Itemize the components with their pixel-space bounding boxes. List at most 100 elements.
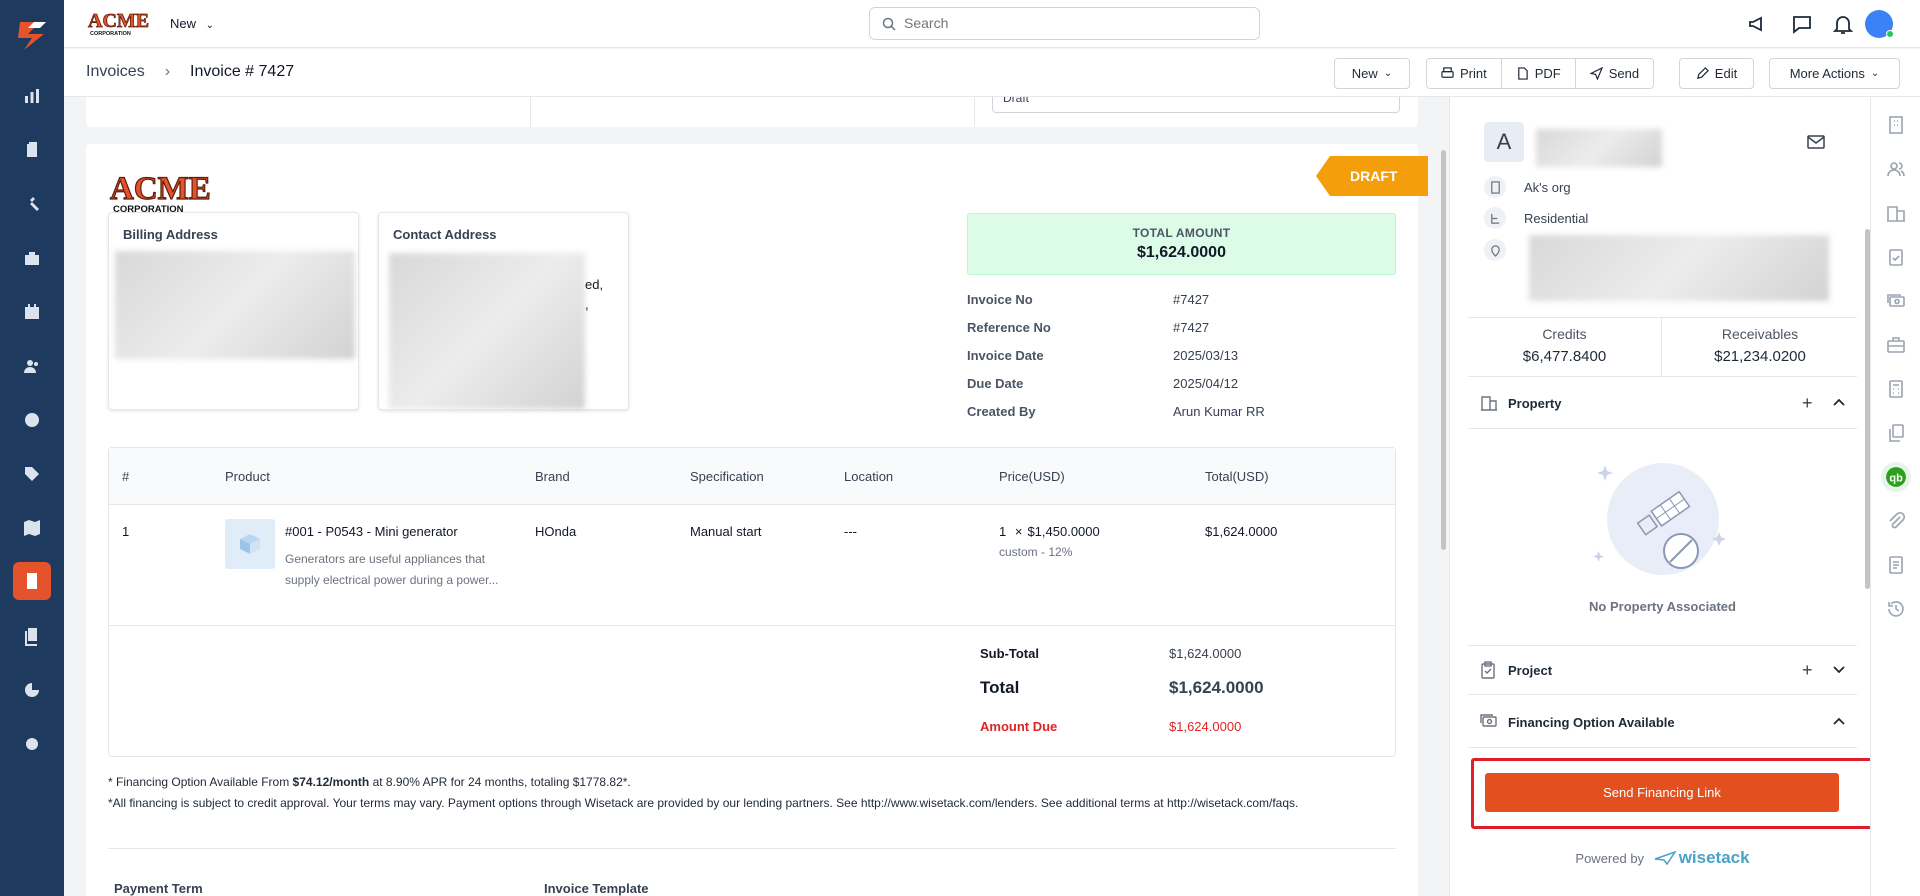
tag-icon[interactable] xyxy=(20,462,44,486)
grand-total-label: Total xyxy=(980,678,1020,697)
status-select[interactable]: Draft xyxy=(992,97,1400,113)
search-input[interactable] xyxy=(904,15,1244,31)
bell-icon[interactable] xyxy=(1831,12,1855,36)
meta-row: Invoice No #7427 xyxy=(967,292,1367,312)
page-title: Invoice # 7427 xyxy=(190,63,295,80)
online-status-dot xyxy=(1886,30,1894,38)
dashboard-icon[interactable] xyxy=(20,84,44,108)
chevron-down-icon[interactable] xyxy=(1832,662,1846,676)
billing-address-card: Billing Address xyxy=(108,212,359,410)
money-icon[interactable] xyxy=(1886,291,1906,311)
pdf-button[interactable]: PDF xyxy=(1502,59,1576,88)
print-button[interactable]: Print xyxy=(1427,59,1502,88)
jobs-icon[interactable] xyxy=(20,138,44,162)
invoice-top-card: Draft xyxy=(86,97,1418,127)
meta-key: Due Date xyxy=(967,376,1024,391)
receivables-stat: Receivables $21,234.0200 xyxy=(1663,318,1857,376)
chat-icon[interactable] xyxy=(1790,12,1814,36)
documents-icon[interactable] xyxy=(20,624,44,648)
copy-documents-icon[interactable] xyxy=(1886,423,1906,443)
financing-section-header[interactable]: Financing Option Available xyxy=(1468,698,1857,748)
app-logo-icon[interactable] xyxy=(14,18,50,54)
map-icon[interactable] xyxy=(20,516,44,540)
new-dropdown-button[interactable]: New ⌄ xyxy=(1334,58,1410,89)
customer-org-text: Ak's org xyxy=(1524,179,1571,195)
redacted-customer-name xyxy=(1536,129,1662,167)
total-amount-box: TOTAL AMOUNT $1,624.0000 xyxy=(967,213,1396,275)
contact-address-fragment: ed, xyxy=(585,277,604,292)
project-section-header[interactable]: Project + xyxy=(1468,645,1857,695)
reports-pie-icon[interactable] xyxy=(20,678,44,702)
tools-icon[interactable] xyxy=(20,192,44,216)
col-number: # xyxy=(122,469,130,484)
add-project-icon[interactable]: + xyxy=(1802,660,1813,681)
product-name[interactable]: #001 - P0543 - Mini generator xyxy=(285,524,458,539)
main-scrollbar[interactable] xyxy=(1439,142,1449,892)
location-pin-icon xyxy=(1484,239,1506,261)
calculator-icon[interactable] xyxy=(1886,379,1906,399)
send-financing-link-button[interactable]: Send Financing Link xyxy=(1485,773,1839,812)
chevron-up-icon[interactable] xyxy=(1832,395,1846,409)
clipboard-icon xyxy=(1481,661,1495,679)
wisetack-brand-text: wisetack xyxy=(1678,848,1750,867)
total-amount-label: TOTAL AMOUNT xyxy=(1132,226,1231,240)
output-button-group: Print PDF Send xyxy=(1426,58,1655,89)
contact-address-label: Contact Address xyxy=(393,227,497,242)
clipboard-check-icon[interactable] xyxy=(1886,247,1906,267)
customer-type-text: Residential xyxy=(1524,210,1589,226)
amount-due-label: Amount Due xyxy=(980,719,1058,734)
contacts-icon[interactable] xyxy=(1886,159,1906,179)
edit-button[interactable]: Edit xyxy=(1679,58,1754,89)
acme-logo-small[interactable]: ACME CORPORATION xyxy=(86,8,150,38)
wisetack-plane-icon xyxy=(1654,850,1677,866)
breadcrumb-invoices[interactable]: Invoices xyxy=(86,63,145,80)
receivables-value: $21,234.0200 xyxy=(1714,348,1806,365)
financing-note: * Financing Option Available From $74.12… xyxy=(108,772,1398,814)
new-menu[interactable]: New ⌄ xyxy=(170,16,214,31)
scrollbar-thumb[interactable] xyxy=(1441,150,1446,550)
chevron-down-icon: ⌄ xyxy=(1870,68,1880,79)
table-header: # Product Brand Specification Location P… xyxy=(109,448,1395,505)
divider xyxy=(974,97,975,127)
money-icon xyxy=(1480,714,1497,727)
megaphone-icon[interactable] xyxy=(1746,12,1770,36)
chevron-up-icon[interactable] xyxy=(1832,714,1846,728)
product-price: 1 × $1,450.0000 xyxy=(999,524,1100,539)
notes-icon[interactable] xyxy=(1886,555,1906,575)
grand-total-value: $1,624.0000 xyxy=(1169,678,1264,697)
meta-row: Reference No #7427 xyxy=(967,320,1367,340)
breadcrumb: Invoices › Invoice # 7427 xyxy=(86,63,294,81)
customer-side-panel: A Ak's org Residential Credits $6,477.84… xyxy=(1449,97,1883,896)
invoice-main: Draft ACME CORPORATION DRAFT Billing Add… xyxy=(64,97,1449,896)
times-icon: × xyxy=(1014,524,1023,539)
acme-logo: ACME CORPORATION xyxy=(109,170,211,215)
company-building-icon[interactable] xyxy=(1886,115,1906,135)
paperclip-icon[interactable] xyxy=(1886,511,1906,531)
search-box[interactable] xyxy=(869,7,1260,40)
user-avatar[interactable] xyxy=(1865,10,1894,38)
customers-icon[interactable] xyxy=(20,354,44,378)
briefcase-icon[interactable] xyxy=(20,246,44,270)
svg-text:ACME: ACME xyxy=(88,10,149,32)
quickbooks-icon[interactable]: qb xyxy=(1881,462,1911,492)
property-building-icon[interactable] xyxy=(1886,203,1906,223)
history-icon[interactable] xyxy=(1886,599,1906,619)
invoices-icon[interactable] xyxy=(13,562,51,600)
wisetack-logo[interactable]: wisetack xyxy=(1654,848,1750,867)
divider xyxy=(108,848,1396,849)
send-button[interactable]: Send xyxy=(1576,59,1653,88)
clock-icon[interactable] xyxy=(20,408,44,432)
amount-due-value: $1,624.0000 xyxy=(1169,719,1242,734)
more-actions-button[interactable]: More Actions ⌄ xyxy=(1769,58,1900,89)
property-section-header[interactable]: Property + xyxy=(1468,379,1857,429)
credits-value: $6,477.8400 xyxy=(1522,348,1607,365)
mail-icon[interactable] xyxy=(1807,134,1825,150)
add-property-icon[interactable]: + xyxy=(1802,393,1813,414)
send-plane-icon xyxy=(1589,67,1603,80)
briefcase-icon[interactable] xyxy=(1886,335,1906,355)
pdf-label: PDF xyxy=(1534,66,1561,81)
unit-price: $1,450.0000 xyxy=(1027,524,1100,539)
settings-gear-icon[interactable] xyxy=(20,732,44,756)
draft-ribbon-label: DRAFT xyxy=(1350,168,1398,184)
calendar-icon[interactable] xyxy=(20,300,44,324)
